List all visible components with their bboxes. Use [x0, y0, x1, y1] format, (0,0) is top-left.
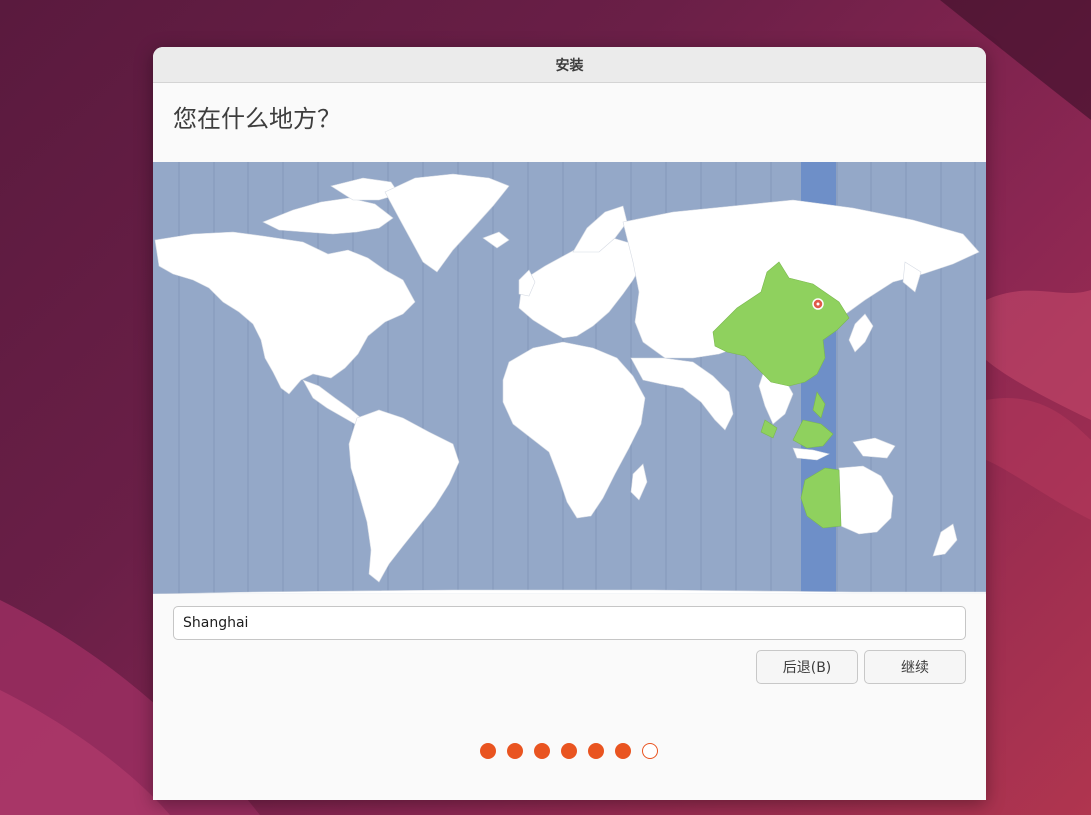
page-title: 您在什么地方？	[173, 105, 341, 133]
progress-dot-complete	[588, 743, 604, 759]
progress-dot-complete	[615, 743, 631, 759]
progress-dot-current	[642, 743, 658, 759]
world-map-graphic	[153, 162, 986, 594]
back-button[interactable]: 后退(B)	[756, 650, 858, 684]
location-input[interactable]	[173, 606, 966, 640]
progress-dot-complete	[561, 743, 577, 759]
timezone-map[interactable]	[153, 162, 986, 594]
continue-button[interactable]: 继续	[864, 650, 966, 684]
window-title: 安装	[555, 57, 584, 74]
progress-indicator	[480, 743, 658, 759]
title-bar[interactable]: 安装	[153, 47, 986, 83]
progress-dot-complete	[480, 743, 496, 759]
progress-dot-complete	[534, 743, 550, 759]
land-masses	[153, 173, 986, 594]
desktop-background: 安装 您在什么地方？ Shanghai 后退(B) 继续	[0, 0, 1091, 815]
location-pin-icon	[812, 298, 824, 310]
progress-dot-complete	[507, 743, 523, 759]
installer-window: 安装 您在什么地方？ Shanghai 后退(B) 继续	[153, 47, 986, 800]
